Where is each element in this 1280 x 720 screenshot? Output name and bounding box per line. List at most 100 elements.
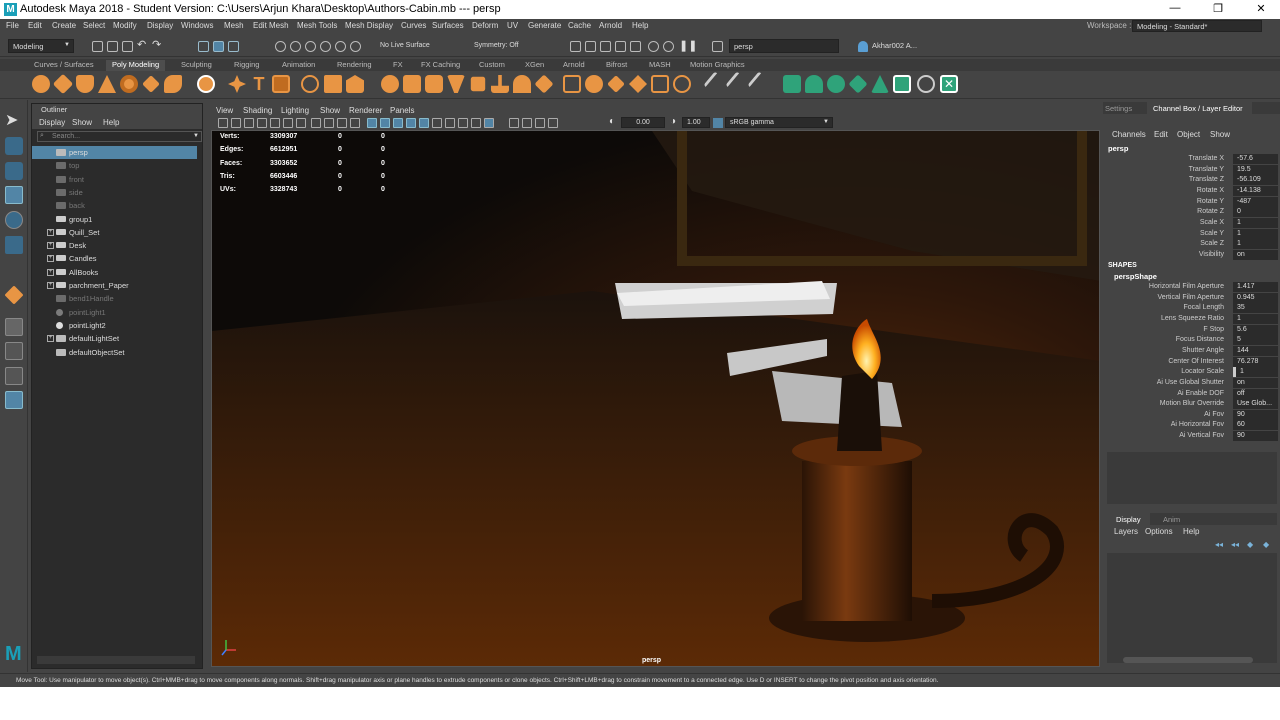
edge-loop-icon[interactable] (651, 75, 669, 93)
delete-history-icon[interactable]: ✕ (940, 75, 958, 93)
redo-icon[interactable]: ↷ (152, 38, 163, 51)
use-all-lights-icon[interactable] (419, 118, 429, 128)
planar-uv-icon[interactable] (783, 75, 801, 93)
user-account-dropdown[interactable]: Akhar002 A... (868, 39, 934, 53)
cb-attr-value[interactable]: 1.417 (1233, 282, 1278, 292)
viewport-menu-view[interactable]: View (216, 106, 233, 115)
outliner-item-side[interactable]: side (32, 186, 197, 199)
outliner-item-top[interactable]: top (32, 159, 197, 172)
move-layer-up-icon[interactable]: ◂◂ (1215, 540, 1223, 549)
cb-attr-value[interactable]: -57.6 (1233, 154, 1278, 164)
menu-edit-mesh[interactable]: Edit Mesh (253, 21, 289, 30)
outliner-menu-display[interactable]: Display (39, 118, 65, 127)
viewport-menu-panels[interactable]: Panels (390, 106, 414, 115)
select-object-icon[interactable] (213, 41, 224, 52)
hypershade-icon[interactable] (630, 41, 641, 52)
safe-title-icon[interactable] (350, 118, 360, 128)
connect-icon[interactable] (607, 75, 625, 93)
menu-display[interactable]: Display (147, 21, 173, 30)
menuset-dropdown[interactable]: Modeling ▼ (8, 39, 74, 53)
cb-attr-value[interactable]: 0.945 (1233, 292, 1278, 303)
new-layer-selected-icon[interactable]: ◆ (1263, 540, 1269, 549)
cb-attr-value[interactable]: 144 (1233, 345, 1278, 356)
cb-attr-name[interactable]: Ai Vertical Fov (1179, 432, 1224, 439)
cb-attr-name[interactable]: Translate X (1188, 155, 1224, 162)
snap-surface-icon[interactable] (320, 41, 331, 52)
outliner-item-bend1handle[interactable]: bend1Handle (32, 292, 197, 305)
le-menu-options[interactable]: Options (1145, 527, 1173, 536)
poly-cylinder-icon[interactable] (76, 75, 94, 93)
menu-curves[interactable]: Curves (401, 21, 426, 30)
camera-attributes-icon[interactable] (231, 118, 241, 128)
camera-uv-icon[interactable] (871, 75, 889, 93)
outliner-menu-show[interactable]: Show (72, 118, 92, 127)
separate-icon[interactable] (324, 75, 342, 93)
cb-attr-value[interactable]: 1 (1233, 239, 1278, 250)
automatic-uv-icon[interactable] (848, 74, 868, 94)
sculpt-icon[interactable] (725, 71, 751, 97)
default-material-icon[interactable] (393, 118, 403, 128)
snap-curve-icon[interactable] (290, 41, 301, 52)
crease-icon[interactable] (703, 71, 729, 97)
cb-attr-name[interactable]: Motion Blur Override (1160, 400, 1224, 407)
image-plane-icon[interactable] (257, 118, 267, 128)
shelf-tab-mash[interactable]: MASH (643, 60, 677, 71)
slide-edge-icon[interactable] (673, 75, 691, 93)
cb-attr-name[interactable]: Lens Squeeze Ratio (1161, 315, 1224, 322)
multi-cut-icon[interactable] (563, 75, 581, 93)
boolean-union-icon[interactable] (381, 75, 399, 93)
cb-attr-value[interactable]: on (1233, 377, 1278, 388)
cb-attr-value[interactable]: 1 (1233, 313, 1278, 324)
menu-mesh-tools[interactable]: Mesh Tools (297, 21, 337, 30)
cb-attr-name[interactable]: Horizontal Film Aperture (1149, 283, 1224, 290)
cb-menu-show[interactable]: Show (1210, 130, 1230, 139)
workspace-dropdown[interactable]: Modeling - Standard* (1132, 20, 1262, 32)
cb-attr-value[interactable]: 5.6 (1233, 324, 1278, 335)
cb-attr-value[interactable]: 35 (1233, 303, 1278, 314)
single-perspective-layout-icon[interactable] (5, 318, 23, 336)
cb-attr-value[interactable]: 60 (1233, 420, 1278, 431)
menu-surfaces[interactable]: Surfaces (432, 21, 464, 30)
shelf-tab-bifrost[interactable]: Bifrost (600, 60, 633, 71)
select-camera-icon[interactable] (218, 118, 228, 128)
four-view-layout-icon[interactable] (5, 342, 23, 360)
paint-select-tool-icon[interactable] (5, 162, 23, 180)
cb-attr-value[interactable]: 1 (1233, 228, 1278, 239)
gate-mask-icon[interactable] (311, 118, 321, 128)
outliner-vertical-scrollbar[interactable] (194, 146, 200, 646)
snap-point-icon[interactable] (305, 41, 316, 52)
bevel-icon[interactable] (513, 75, 531, 93)
tab-display-layers[interactable]: Display (1107, 513, 1150, 525)
shelf-tab-arnold[interactable]: Arnold (557, 60, 591, 71)
expand-icon[interactable]: + (47, 268, 54, 276)
shelf-tab-poly-modeling[interactable]: Poly Modeling (106, 60, 166, 71)
cb-attr-name[interactable]: Center Of Interest (1168, 358, 1224, 365)
outliner-item-pointlight1[interactable]: pointLight1 (32, 306, 197, 319)
mirror-icon[interactable] (447, 75, 465, 93)
expand-icon[interactable]: + (47, 228, 54, 236)
xray-icon[interactable] (522, 118, 532, 128)
move-tool-icon[interactable] (5, 186, 23, 204)
outliner-item-allbooks[interactable]: + AllBooks (32, 266, 197, 279)
close-button[interactable]: ✕ (1246, 2, 1276, 15)
textured-icon[interactable] (406, 118, 416, 128)
expand-icon[interactable]: + (47, 335, 54, 343)
poly-plane-icon[interactable] (142, 75, 160, 93)
exposure-field[interactable]: 0.00 (621, 117, 665, 128)
viewport-menu-shading[interactable]: Shading (243, 106, 272, 115)
tab-channel-box[interactable]: Channel Box / Layer Editor (1147, 102, 1252, 114)
menu-arnold[interactable]: Arnold (599, 21, 622, 30)
rotate-tool-icon[interactable] (5, 211, 23, 229)
shadows-icon[interactable] (432, 118, 442, 128)
shelf-tab-animation[interactable]: Animation (276, 60, 321, 71)
target-weld-icon[interactable] (585, 75, 603, 93)
quad-draw-icon[interactable] (629, 75, 647, 93)
select-component-icon[interactable] (228, 41, 239, 52)
cb-attr-name[interactable]: Vertical Film Aperture (1157, 294, 1224, 301)
poly-cone-icon[interactable] (98, 75, 116, 93)
cb-attr-name[interactable]: Ai Horizontal Fov (1171, 421, 1224, 428)
uv-toolkit-icon[interactable] (917, 75, 935, 93)
shelf-tab-fx-caching[interactable]: FX Caching (415, 60, 466, 71)
super-shape-icon[interactable] (197, 75, 215, 93)
viewport-menu-show[interactable]: Show (320, 106, 340, 115)
